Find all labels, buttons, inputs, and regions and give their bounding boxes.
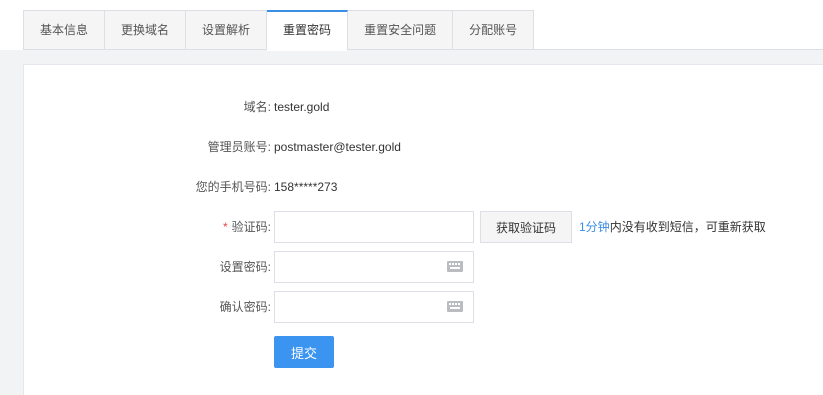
set-password-row: 设置密码: [24, 251, 823, 283]
confirm-password-input[interactable] [274, 291, 474, 323]
resend-hint-time: 1分钟 [579, 220, 610, 234]
domain-value: tester.gold [274, 100, 330, 114]
keyboard-icon[interactable] [447, 261, 463, 272]
tab-change-domain[interactable]: 更换域名 [105, 10, 187, 50]
set-password-input[interactable] [274, 251, 474, 283]
set-password-label: 设置密码: [219, 260, 271, 274]
code-input[interactable] [274, 211, 474, 243]
resend-hint-text: 内没有收到短信，可重新获取 [609, 220, 766, 234]
admin-label: 管理员账号: [207, 140, 271, 154]
tab-reset-password[interactable]: 重置密码 [267, 10, 349, 51]
keyboard-icon[interactable] [447, 301, 463, 312]
tab-reset-security-question[interactable]: 重置安全问题 [348, 10, 454, 50]
code-label: 验证码: [231, 220, 271, 234]
tab-divider [23, 49, 823, 50]
tab-basic-info[interactable]: 基本信息 [23, 10, 106, 50]
resend-hint: 1分钟内没有收到短信，可重新获取 [579, 211, 766, 243]
phone-value: 158*****273 [274, 180, 338, 194]
tab-assign-account[interactable]: 分配账号 [453, 10, 535, 50]
confirm-password-row: 确认密码: [24, 291, 823, 323]
code-row: * 验证码: 获取验证码 1分钟内没有收到短信，可重新获取 [24, 211, 823, 243]
tab-bar: 基本信息 更换域名 设置解析 重置密码 重置安全问题 分配账号 [0, 0, 823, 51]
phone-label: 您的手机号码: [195, 180, 271, 194]
code-label-wrap: * 验证码: [223, 211, 271, 243]
reset-password-panel: 域名: tester.gold 管理员账号: postmaster@tester… [23, 64, 823, 395]
phone-row: 您的手机号码: 158*****273 [24, 171, 823, 203]
admin-row: 管理员账号: postmaster@tester.gold [24, 131, 823, 163]
admin-value: postmaster@tester.gold [274, 140, 401, 154]
get-code-button[interactable]: 获取验证码 [480, 211, 572, 243]
required-mark: * [222, 220, 228, 234]
submit-button[interactable]: 提交 [274, 336, 334, 368]
domain-row: 域名: tester.gold [24, 91, 823, 123]
tabs: 基本信息 更换域名 设置解析 重置密码 重置安全问题 分配账号 [23, 10, 535, 51]
domain-label: 域名: [243, 100, 271, 114]
submit-row: 提交 [24, 336, 823, 368]
confirm-password-label: 确认密码: [219, 300, 271, 314]
tab-dns-settings[interactable]: 设置解析 [186, 10, 268, 50]
